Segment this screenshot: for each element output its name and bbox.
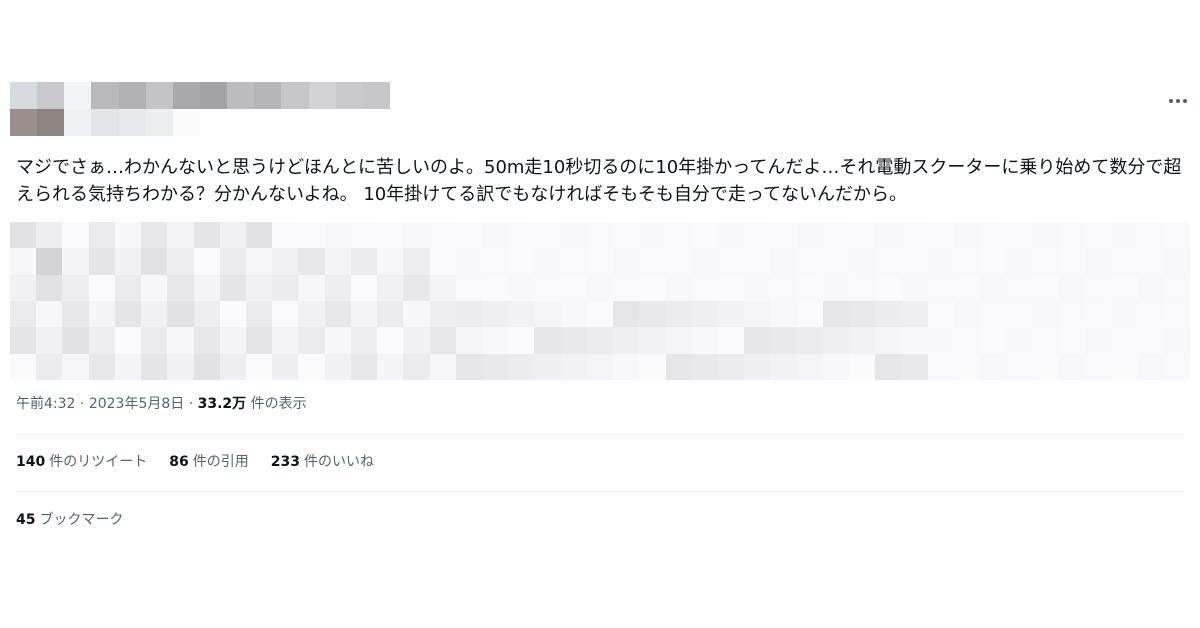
likes-label: 件のいいね [303, 454, 374, 470]
bookmarks-stat[interactable]: 45 ブックマーク [16, 510, 123, 530]
views-label: 件の表示 [250, 396, 307, 412]
blurred-user-header [10, 82, 390, 136]
meta-separator: · [188, 396, 194, 412]
quotes-stat[interactable]: 86 件の引用 [169, 452, 248, 472]
blurred-embedded-content [10, 222, 1190, 380]
likes-count: 233 [270, 454, 300, 470]
tweet-detail: マジでさぁ…わかんないと思うけどほんとに苦しいのよ。50m走10秒切るのに10年… [0, 0, 1200, 628]
bookmarks-count: 45 [16, 512, 36, 528]
more-options-button[interactable] [1164, 92, 1192, 110]
bookmarks-label: ブックマーク [39, 512, 124, 528]
tweet-text: マジでさぁ…わかんないと思うけどほんとに苦しいのよ。50m走10秒切るのに10年… [16, 157, 1182, 205]
more-horizontal-icon [1169, 99, 1187, 103]
retweets-stat[interactable]: 140 件のリツイート [16, 452, 147, 472]
tweet-date[interactable]: 2023年5月8日 [89, 396, 184, 412]
bookmark-stats: 45 ブックマーク [16, 510, 123, 530]
tweet-meta: 午前4:32 · 2023年5月8日 · 33.2万 件の表示 [16, 394, 307, 414]
retweets-label: 件のリツイート [49, 454, 148, 470]
meta-separator: · [79, 396, 85, 412]
tweet-time[interactable]: 午前4:32 [16, 396, 75, 412]
views-count: 33.2万 [197, 396, 247, 412]
retweets-count: 140 [16, 454, 46, 470]
quotes-count: 86 [169, 454, 189, 470]
likes-stat[interactable]: 233 件のいいね [271, 452, 374, 472]
quotes-label: 件の引用 [192, 454, 249, 470]
divider [16, 434, 1184, 435]
divider [16, 491, 1184, 492]
engagement-stats: 140 件のリツイート 86 件の引用 233 件のいいね [16, 452, 374, 472]
